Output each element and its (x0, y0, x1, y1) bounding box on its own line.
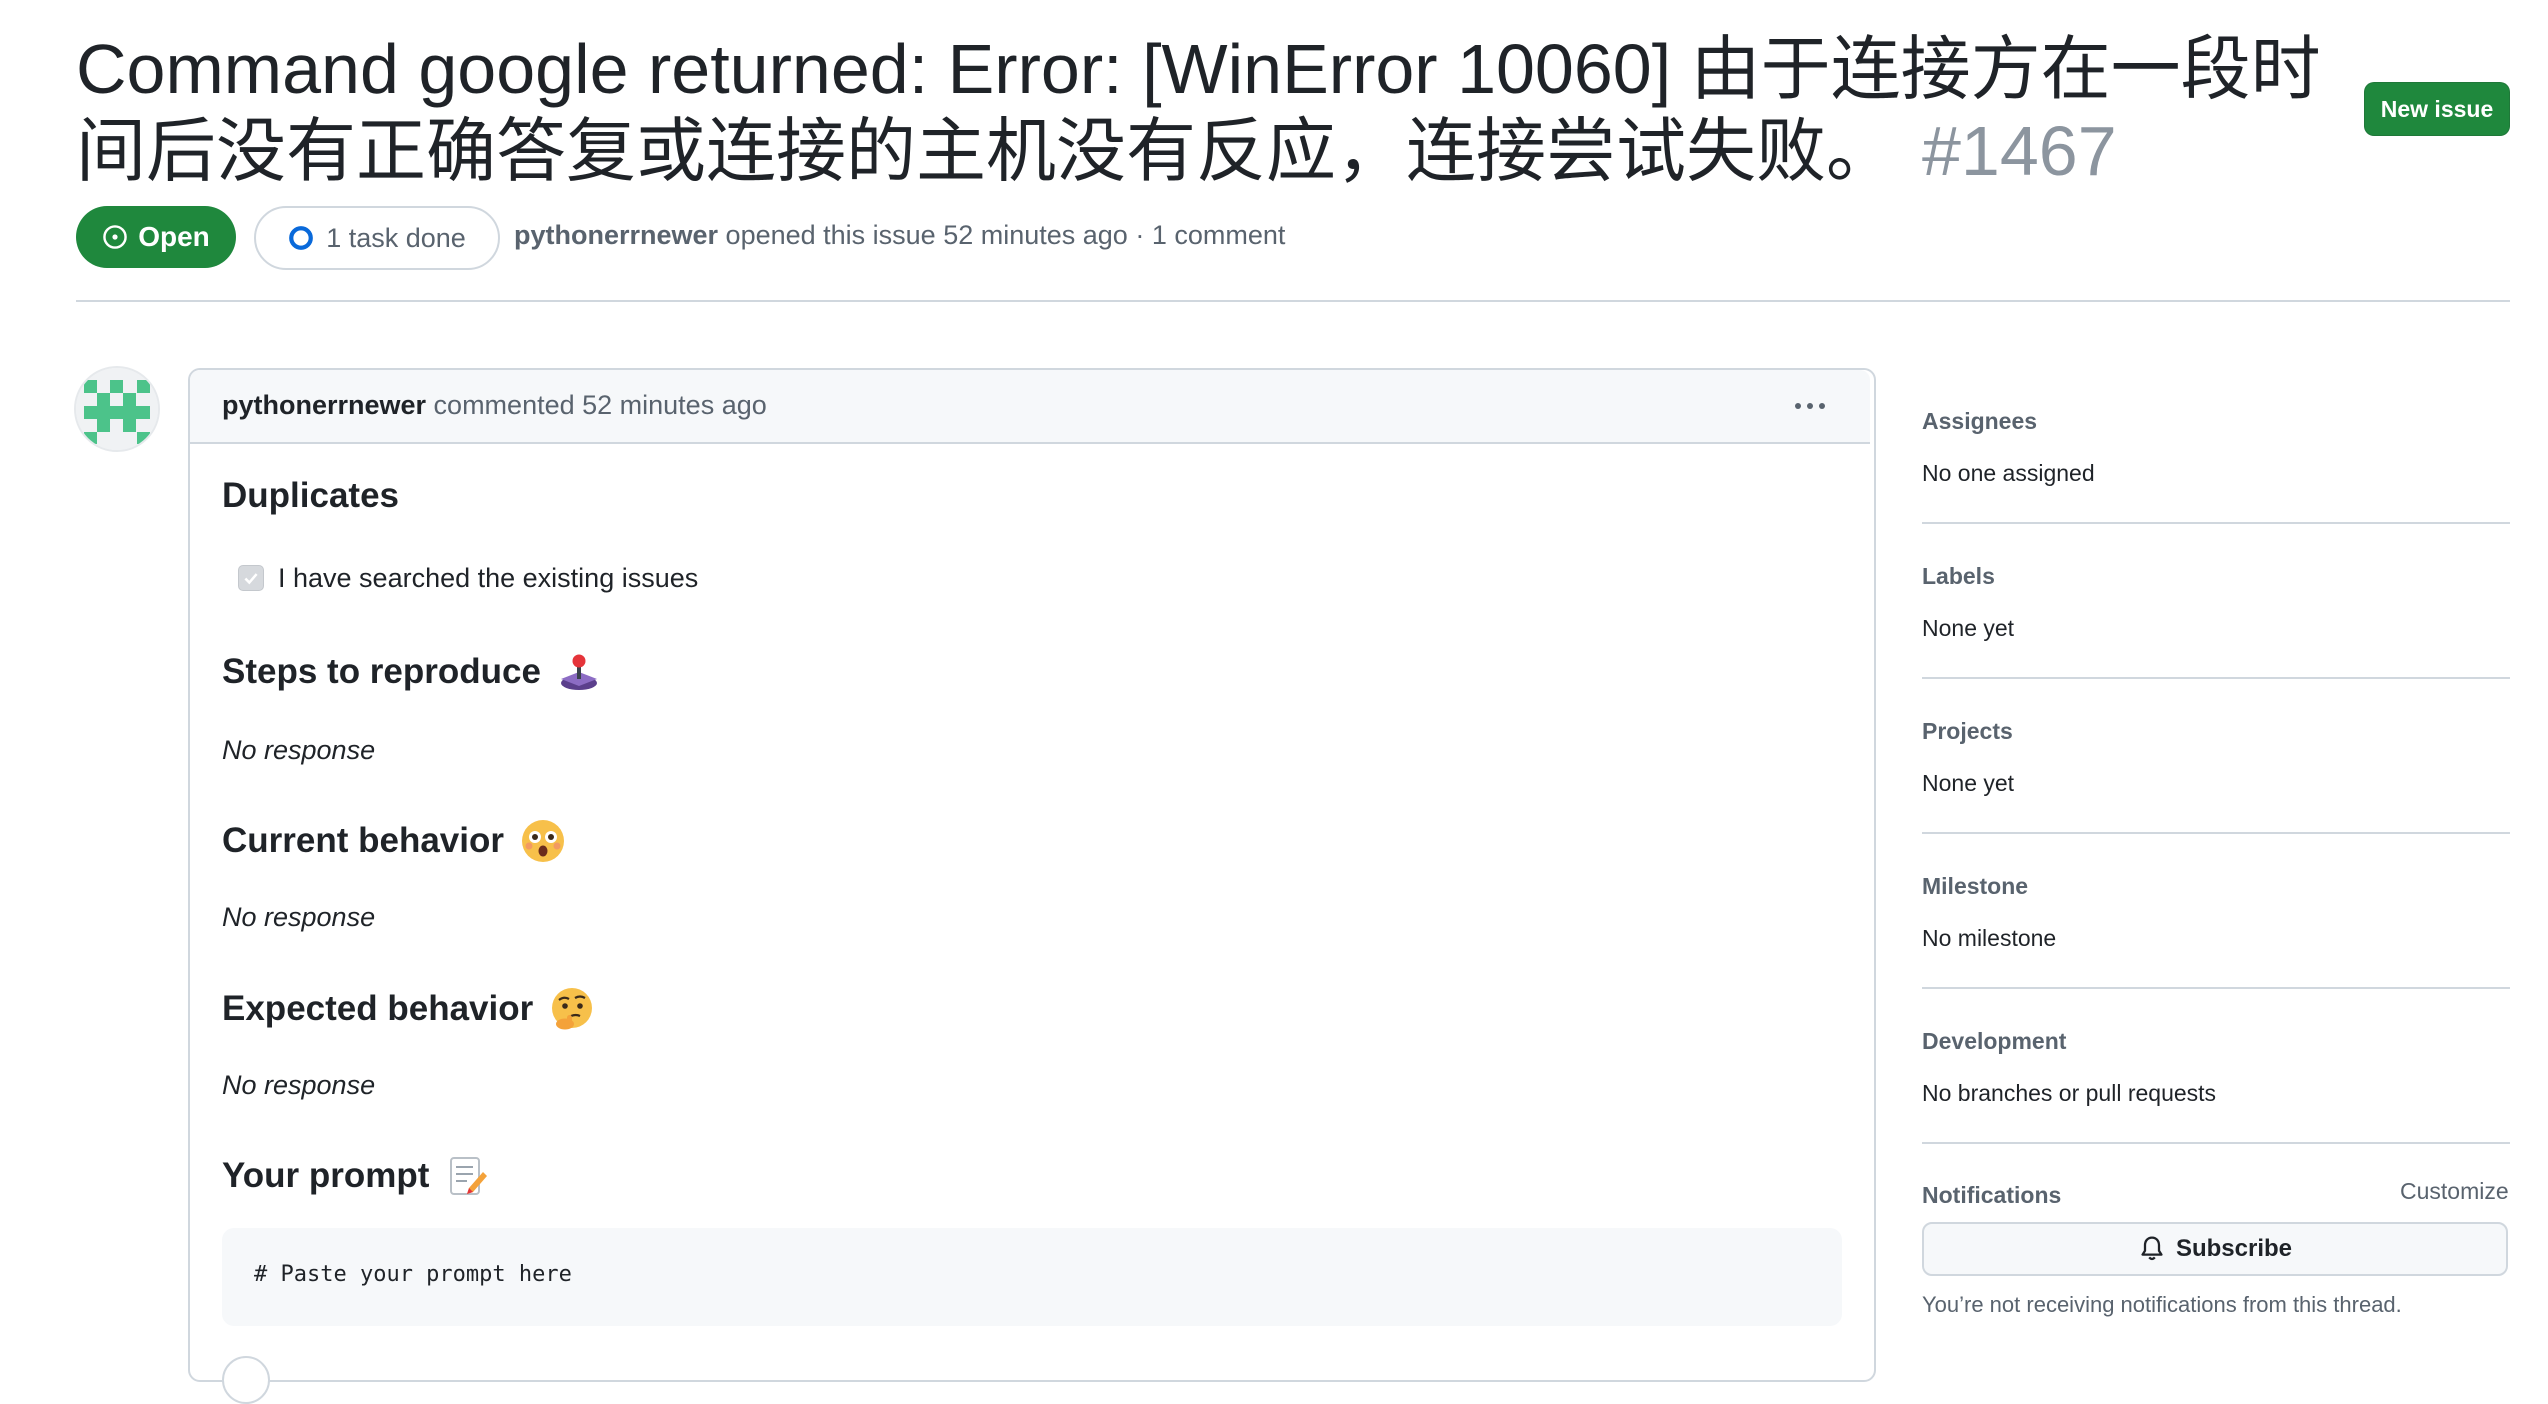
duplicates-checkbox-label: I have searched the existing issues (278, 563, 699, 593)
memo-icon (450, 1157, 488, 1195)
current-heading: Current behavior (222, 818, 566, 864)
task-progress-pill[interactable]: 1 task done (254, 206, 500, 270)
sidebar-assignees-heading[interactable]: Assignees (1922, 408, 2037, 435)
sidebar-labels-heading[interactable]: Labels (1922, 563, 1995, 590)
current-body: No response (222, 902, 376, 932)
thinking-face-icon (552, 988, 593, 1030)
sidebar-notifications-heading: Notifications (1922, 1182, 2062, 1208)
check-icon (244, 573, 258, 585)
new-issue-button[interactable]: New issue (2364, 82, 2510, 136)
issue-state-label: Open (138, 221, 210, 252)
joystick-icon (560, 654, 597, 690)
expected-heading-text: Expected behavior (222, 989, 534, 1028)
sidebar-divider (1922, 1142, 2510, 1144)
expected-body: No response (222, 1070, 376, 1100)
notifications-note: You’re not receiving notifications from … (1922, 1292, 2402, 1317)
current-heading-text: Current behavior (222, 821, 504, 860)
issue-opened-icon (103, 225, 127, 249)
hushed-face-icon (522, 820, 564, 862)
avatar[interactable] (74, 366, 160, 452)
prompt-heading-text: Your prompt (222, 1156, 430, 1195)
sidebar-divider (1922, 832, 2510, 834)
task-progress-label: 1 task done (326, 222, 466, 253)
issue-state-badge: Open (76, 206, 236, 268)
customize-link[interactable]: Customize (2400, 1178, 2509, 1205)
issue-opened-text: opened this issue 52 minutes ago · 1 com… (718, 220, 1286, 250)
task-progress-icon (289, 226, 314, 250)
identicon-icon (76, 368, 158, 450)
issue-author-link[interactable]: pythonerrnewer (514, 220, 718, 250)
bell-icon (2141, 1236, 2163, 1261)
sidebar-projects-heading[interactable]: Projects (1922, 718, 2013, 745)
sidebar-assignees-value: No one assigned (1922, 460, 2095, 486)
comment-time-text: commented 52 minutes ago (426, 390, 767, 420)
expected-heading: Expected behavior (222, 986, 595, 1032)
sidebar-milestone-value: No milestone (1922, 925, 2057, 951)
steps-heading-text: Steps to reproduce (222, 652, 541, 691)
comment-author-link[interactable]: pythonerrnewer (222, 390, 426, 420)
subscribe-button[interactable]: Subscribe (1922, 1222, 2508, 1276)
steps-heading: Steps to reproduce (222, 650, 601, 694)
sidebar-divider (1922, 987, 2510, 989)
sidebar-development-value: No branches or pull requests (1922, 1080, 2217, 1106)
duplicates-checkbox[interactable] (238, 565, 264, 591)
prompt-code-text: # Paste your prompt here (254, 1262, 572, 1287)
sidebar-projects-value: None yet (1922, 770, 2015, 796)
sidebar-divider (1922, 677, 2510, 679)
duplicates-heading-text: Duplicates (222, 476, 399, 515)
subscribe-label: Subscribe (2175, 1235, 2293, 1262)
steps-body: No response (222, 735, 376, 765)
sidebar-milestone-heading[interactable]: Milestone (1922, 873, 2028, 900)
header-divider (76, 300, 2510, 302)
sidebar-divider (1922, 522, 2510, 524)
kebab-horizontal-icon[interactable] (1784, 388, 1836, 424)
reaction-button[interactable] (222, 1356, 270, 1404)
issue-title: Command google returned: Error: [WinErro… (76, 28, 2336, 192)
prompt-heading: Your prompt (222, 1154, 489, 1198)
duplicates-heading: Duplicates (222, 476, 399, 516)
comment-meta: pythonerrnewer commented 52 minutes ago (222, 390, 767, 421)
issue-meta: pythonerrnewer opened this issue 52 minu… (514, 220, 1285, 251)
sidebar-labels-value: None yet (1922, 615, 2015, 641)
sidebar-development-heading[interactable]: Development (1922, 1028, 2066, 1055)
issue-number: #1467 (1922, 112, 2117, 190)
